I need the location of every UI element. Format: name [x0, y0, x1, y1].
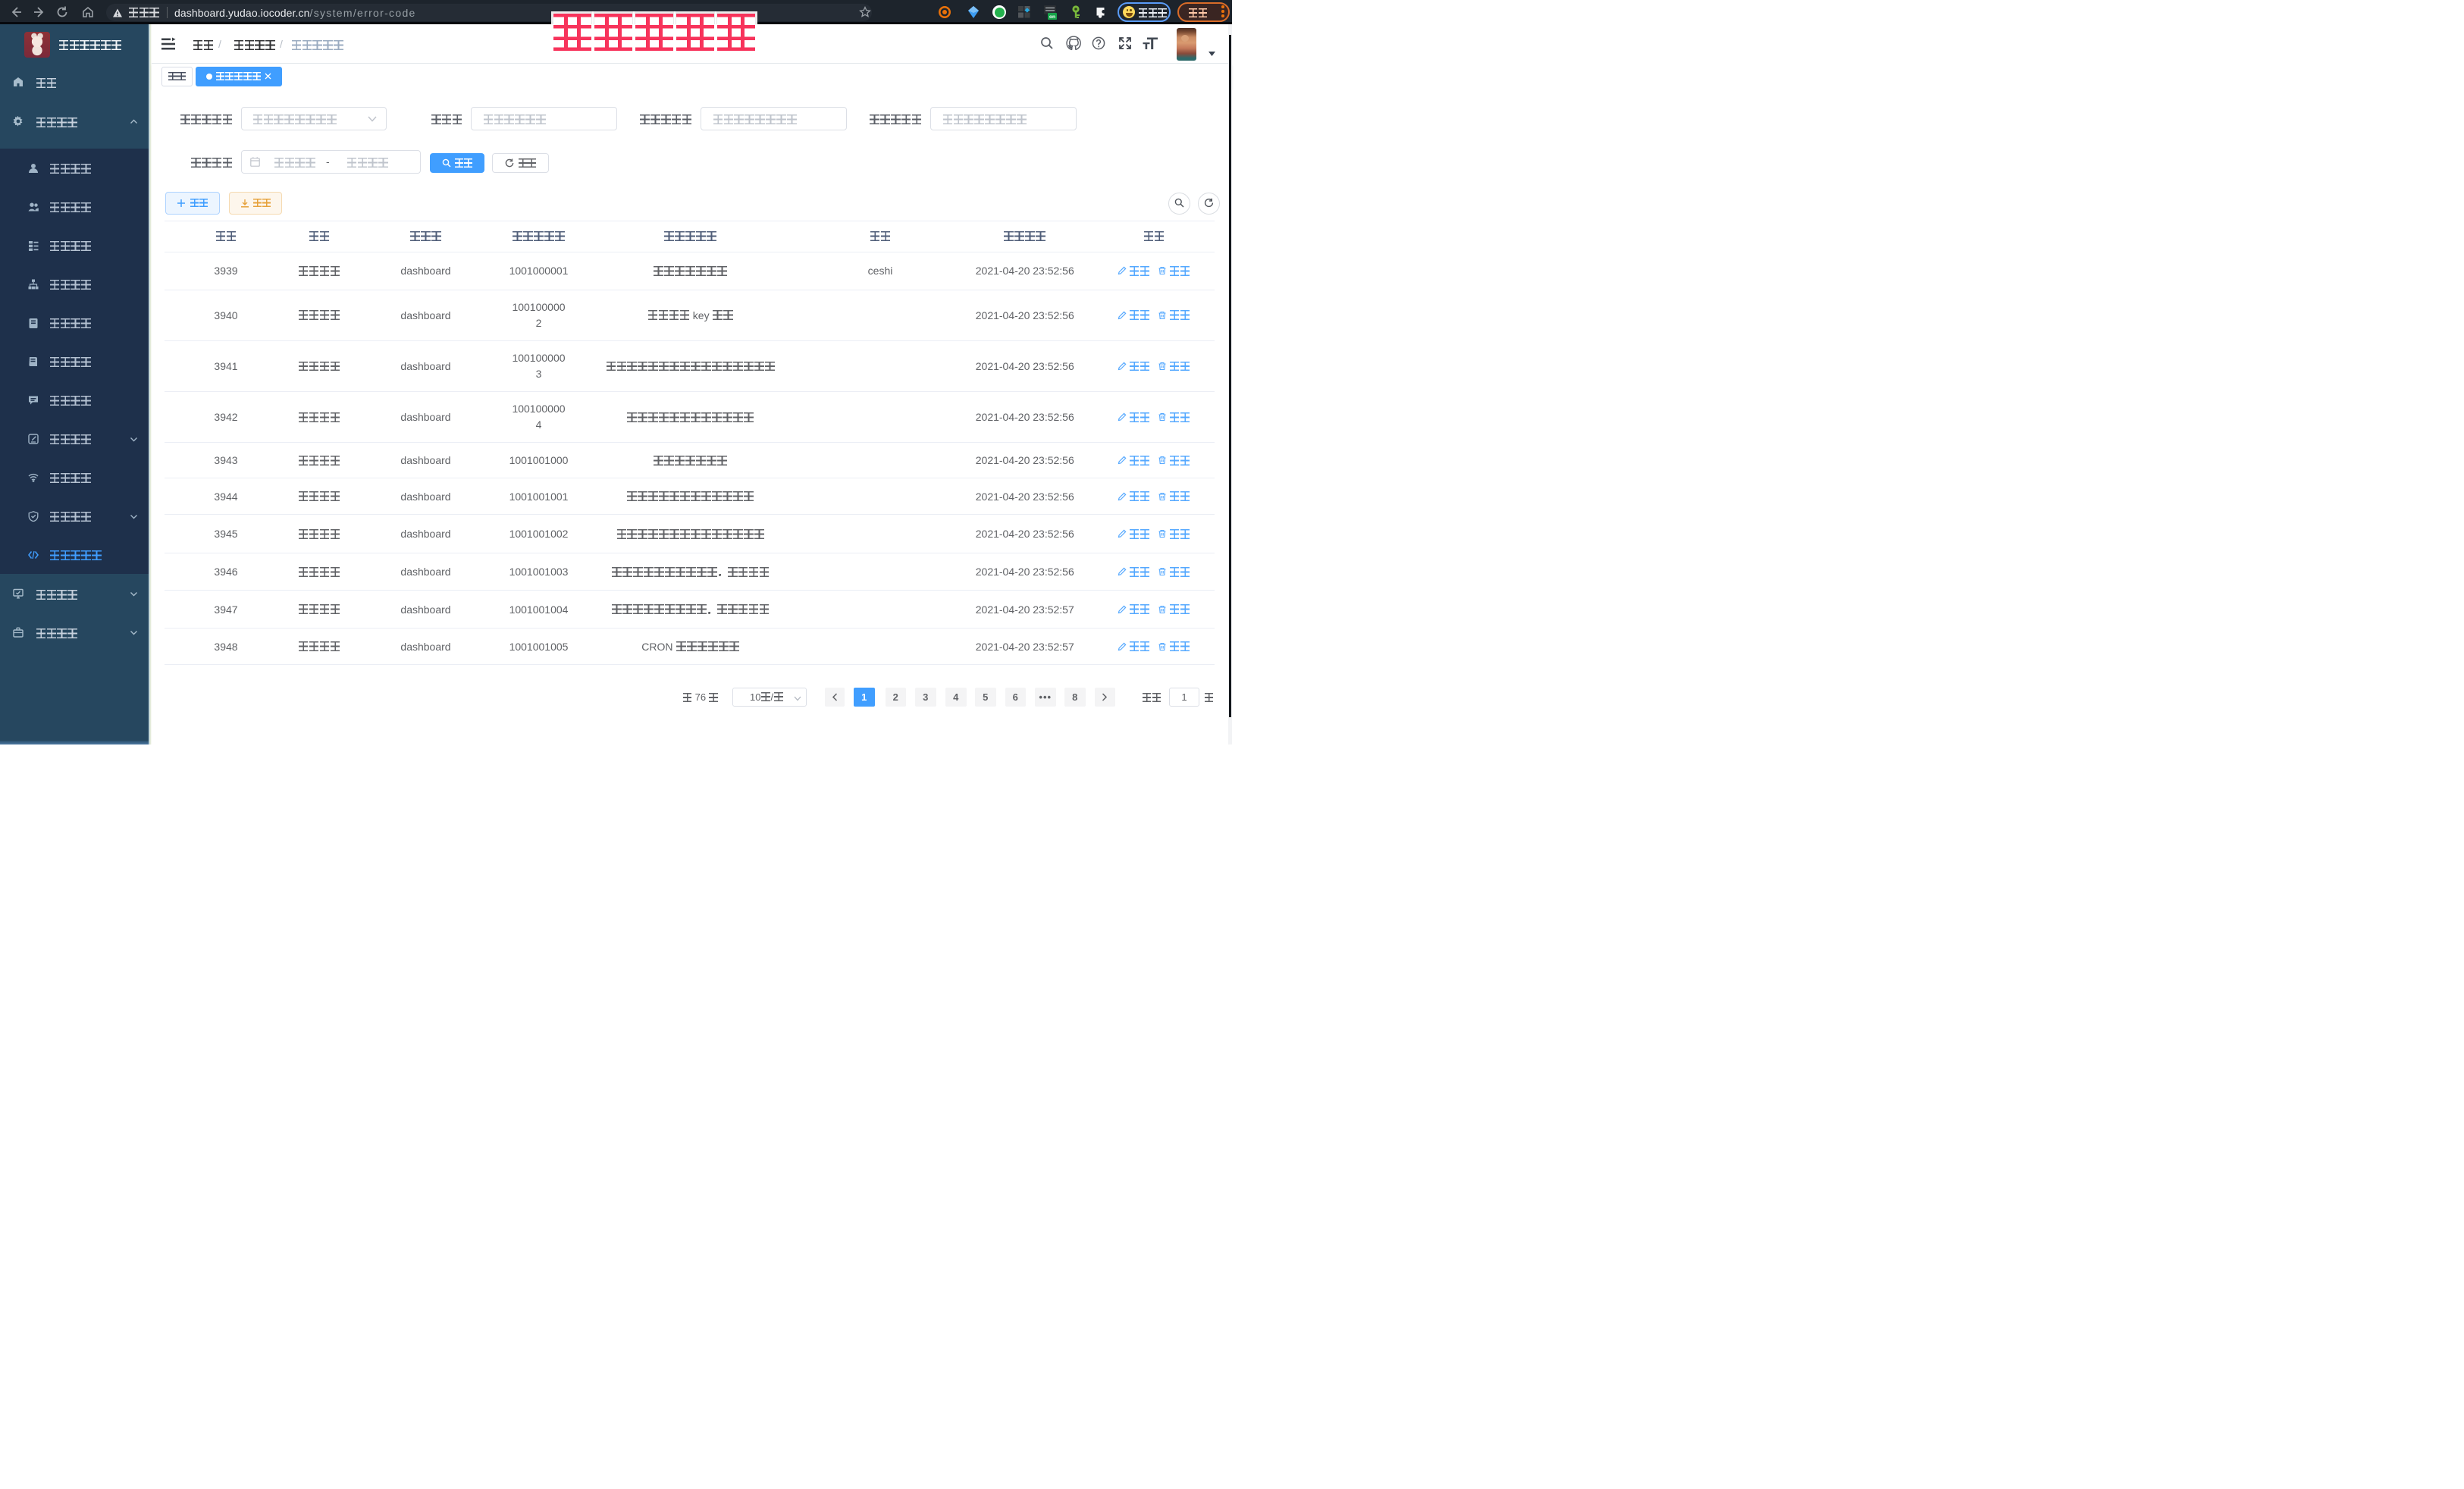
svg-text:on: on — [1049, 14, 1055, 20]
